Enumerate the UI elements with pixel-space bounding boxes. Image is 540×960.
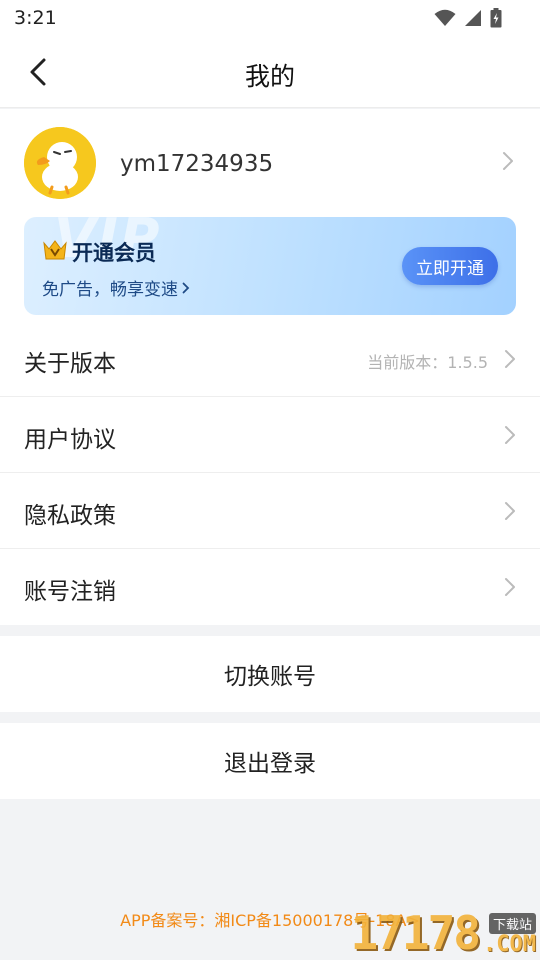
menu-item-label: 用户协议 [24, 427, 116, 453]
settings-menu: 关于版本 当前版本：1.5.5 用户协议 隐私政策 账号注销 [0, 321, 540, 625]
watermark-domain: .COM [483, 932, 536, 957]
status-time: 3:21 [14, 7, 57, 29]
vip-subtitle-text: 免广告，畅享变速 [42, 280, 178, 300]
avatar[interactable] [24, 127, 96, 199]
menu-item-about-version[interactable]: 关于版本 当前版本：1.5.5 [0, 321, 540, 397]
watermark-right: 下载站 .COM [483, 913, 536, 956]
chevron-right-icon[interactable] [502, 151, 514, 171]
open-vip-button[interactable]: 立即开通 [402, 247, 498, 285]
chevron-right-icon [505, 426, 515, 444]
chevron-right-icon [505, 578, 515, 596]
vip-card[interactable]: VIP 开通会员 免广告，畅享变速 立即开通 [24, 217, 516, 315]
profile-section: ym17234935 VIP 开通会员 免广告，畅享变速 立即开通 [0, 109, 540, 321]
status-bar: 3:21 [0, 0, 540, 36]
switch-account-button[interactable]: 切换账号 [0, 636, 540, 712]
menu-item-label: 关于版本 [24, 351, 116, 377]
logout-button[interactable]: 退出登录 [0, 723, 540, 799]
menu-item-user-agreement[interactable]: 用户协议 [0, 397, 540, 473]
chevron-right-icon [505, 502, 515, 520]
watermark-digits: 17178 [350, 906, 481, 960]
menu-item-delete-account[interactable]: 账号注销 [0, 549, 540, 625]
page-title: 我的 [244, 62, 295, 91]
crown-icon [43, 240, 67, 260]
signal-icon [465, 10, 481, 26]
chevron-right-icon [505, 350, 515, 368]
version-value: 当前版本：1.5.5 [367, 353, 488, 372]
wifi-icon [434, 9, 456, 26]
chevron-right-icon [182, 282, 190, 293]
battery-icon [490, 8, 502, 28]
username[interactable]: ym17234935 [120, 151, 273, 177]
vip-title: 开通会员 [72, 241, 156, 265]
watermark-tag: 下载站 [488, 913, 536, 934]
menu-item-label: 账号注销 [24, 579, 116, 605]
status-icons [434, 8, 502, 28]
menu-item-label: 隐私政策 [24, 503, 116, 529]
duck-avatar-icon [24, 127, 96, 199]
site-watermark: 17178 下载站 .COM [351, 898, 536, 956]
vip-subtitle: 免广告，畅享变速 [42, 275, 190, 300]
header: 我的 [0, 36, 540, 108]
menu-item-privacy-policy[interactable]: 隐私政策 [0, 473, 540, 549]
